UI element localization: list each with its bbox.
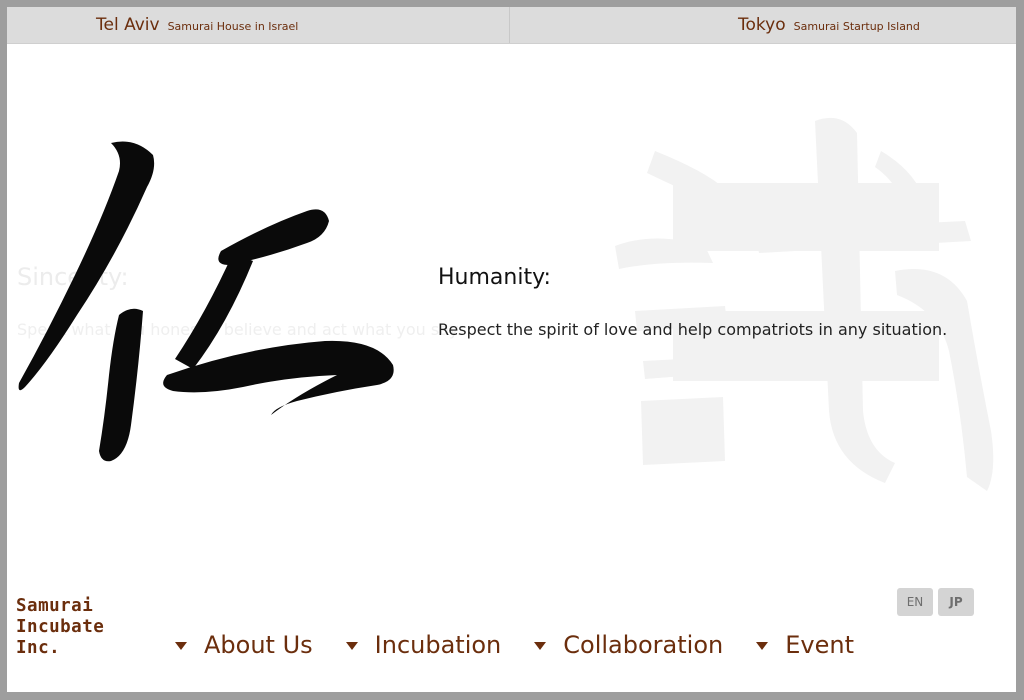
location-city: Tel Aviv	[96, 15, 160, 35]
makoto-kanji-icon	[615, 117, 994, 491]
location-subtitle: Samurai House in Israel	[167, 20, 299, 33]
logo-line: Incubate	[16, 617, 105, 637]
nav-item-label: Incubation	[374, 631, 502, 659]
location-link-tel-aviv[interactable]: Tel Aviv Samurai House in Israel	[96, 7, 298, 43]
language-switcher: EN JP	[897, 588, 979, 616]
language-button-en[interactable]: EN	[897, 588, 933, 616]
location-divider	[509, 7, 510, 43]
caret-down-icon	[345, 642, 358, 650]
location-city: Tokyo	[738, 15, 786, 35]
page: Tel Aviv Samurai House in Israel Tokyo S…	[7, 7, 1016, 692]
nav-item-event[interactable]: Event	[756, 631, 854, 659]
language-button-jp[interactable]: JP	[938, 588, 974, 616]
nav-item-label: About Us	[204, 631, 313, 659]
virtue-description: Respect the spirit of love and help comp…	[438, 320, 948, 339]
nav-item-collaboration[interactable]: Collaboration	[534, 631, 723, 659]
nav-item-label: Collaboration	[563, 631, 724, 659]
logo-line: Inc.	[16, 638, 61, 658]
caret-down-icon	[534, 642, 547, 650]
main-nav: About Us Incubation Collaboration Event	[175, 627, 887, 663]
caret-down-icon	[175, 642, 187, 650]
company-logo[interactable]: Samurai Incubate Inc.	[16, 596, 104, 659]
nav-item-label: Event	[785, 631, 854, 659]
location-bar: Tel Aviv Samurai House in Israel Tokyo S…	[7, 7, 1016, 44]
virtue-title: Humanity:	[438, 265, 551, 290]
nav-item-about-us[interactable]: About Us	[175, 631, 313, 659]
jin-kanji-icon	[18, 141, 394, 462]
caret-down-icon	[756, 642, 769, 650]
location-link-tokyo[interactable]: Tokyo Samurai Startup Island	[738, 7, 920, 43]
nav-item-incubation[interactable]: Incubation	[345, 631, 502, 659]
logo-line: Samurai	[16, 596, 94, 616]
location-subtitle: Samurai Startup Island	[793, 20, 920, 33]
